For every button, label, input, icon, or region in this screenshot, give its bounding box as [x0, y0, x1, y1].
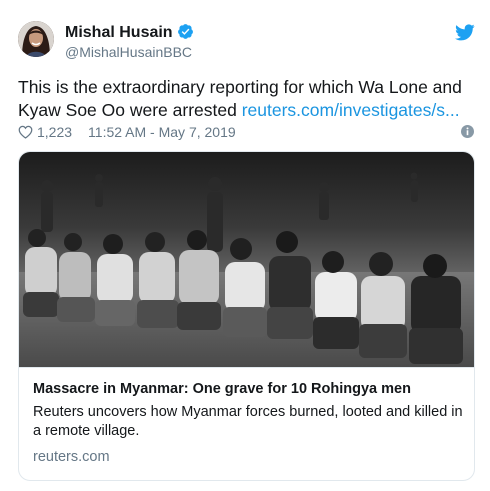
info-icon[interactable] — [461, 125, 474, 138]
card-description: Reuters uncovers how Myanmar forces burn… — [33, 404, 463, 439]
author-name-text[interactable]: Mishal Husain — [65, 24, 173, 41]
card-photo — [19, 152, 474, 367]
tweet-link[interactable]: reuters.com/investigates/s... — [242, 100, 460, 120]
tweet-meta: 1,223 11:52 AM - May 7, 2019 — [18, 123, 236, 141]
tweet-text: This is the extraordinary reporting for … — [18, 76, 478, 122]
author-handle[interactable]: @MishalHusainBBC — [65, 44, 192, 60]
embedded-tweet: Mishal Husain @MishalHusainBBC This is t… — [0, 0, 490, 491]
twitter-bird-icon[interactable] — [455, 24, 475, 41]
card-title[interactable]: Massacre in Myanmar: One grave for 10 Ro… — [33, 380, 411, 398]
verified-badge-icon — [177, 24, 193, 39]
author-name[interactable]: Mishal Husain — [65, 23, 194, 42]
link-card[interactable]: Massacre in Myanmar: One grave for 10 Ro… — [18, 151, 475, 481]
like-count[interactable]: 1,223 — [37, 123, 72, 141]
card-body[interactable]: Massacre in Myanmar: One grave for 10 Ro… — [19, 367, 474, 465]
card-domain: reuters.com — [33, 449, 110, 465]
heart-icon[interactable] — [18, 125, 33, 139]
card-image[interactable] — [19, 152, 474, 367]
avatar[interactable] — [18, 21, 54, 57]
timestamp[interactable]: 11:52 AM - May 7, 2019 — [88, 123, 236, 141]
